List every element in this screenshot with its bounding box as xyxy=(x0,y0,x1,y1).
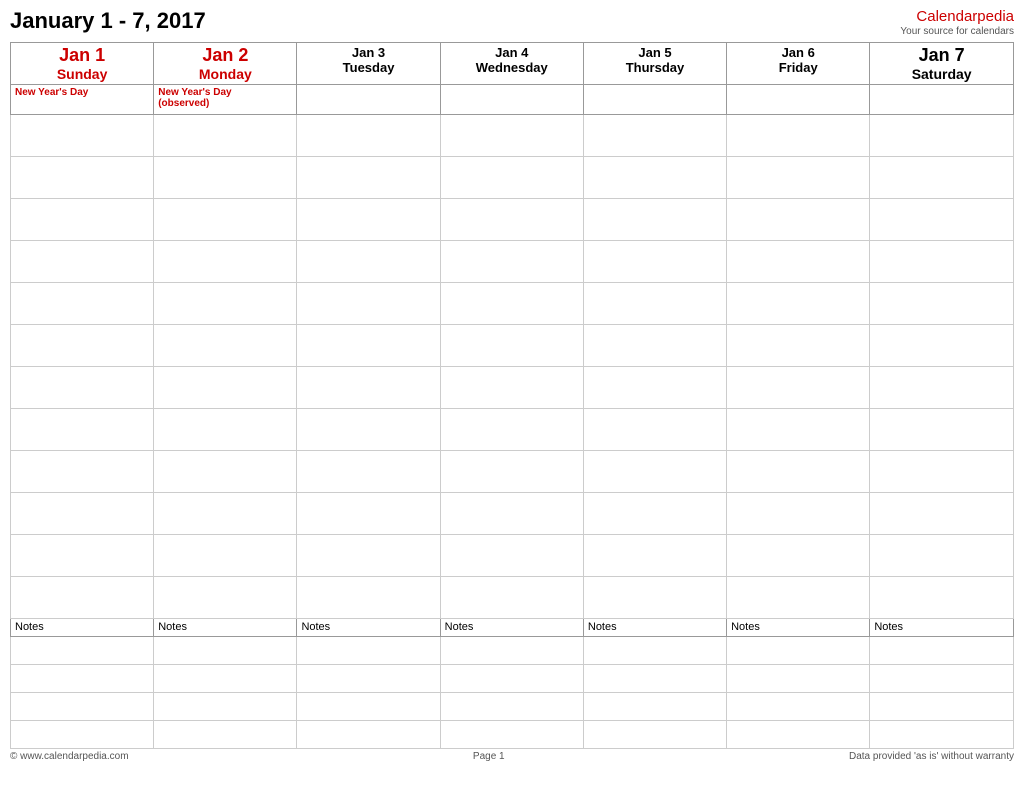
day-header-row: Jan 1 Sunday Jan 2 Monday Jan 3 Tuesday … xyxy=(11,43,1014,85)
day-weekday-4: Wednesday xyxy=(445,60,579,75)
page-footer: © www.calendarpedia.com Page 1 Data prov… xyxy=(10,751,1014,762)
day-col-2: Jan 2 Monday xyxy=(154,43,297,85)
content-row xyxy=(11,577,1014,619)
footer-center: Page 1 xyxy=(129,751,849,762)
day-num-6: Jan 6 xyxy=(731,45,865,60)
content-row xyxy=(11,409,1014,451)
day-weekday-1: Sunday xyxy=(15,66,149,82)
day-weekday-5: Thursday xyxy=(588,60,722,75)
day-num-1: Jan 1 xyxy=(15,45,149,66)
notes-label-4: Notes xyxy=(440,619,583,637)
day-col-5: Jan 5 Thursday xyxy=(583,43,726,85)
content-row xyxy=(11,199,1014,241)
day-num-2: Jan 2 xyxy=(158,45,292,66)
holiday-3 xyxy=(297,85,440,115)
day-col-1: Jan 1 Sunday xyxy=(11,43,154,85)
day-weekday-3: Tuesday xyxy=(301,60,435,75)
day-col-7: Jan 7 Saturday xyxy=(870,43,1014,85)
content-row xyxy=(11,241,1014,283)
notes-label-6: Notes xyxy=(727,619,870,637)
day-weekday-7: Saturday xyxy=(874,66,1009,82)
footer-right: Data provided 'as is' without warranty xyxy=(849,751,1014,762)
page-header: January 1 - 7, 2017 Calendarpedia Your s… xyxy=(10,8,1014,38)
day-num-3: Jan 3 xyxy=(301,45,435,60)
day-col-4: Jan 4 Wednesday xyxy=(440,43,583,85)
brand-block: Calendarpedia Your source for calendars xyxy=(900,8,1014,38)
content-row xyxy=(11,115,1014,157)
holiday-row: New Year's Day New Year's Day(observed) xyxy=(11,85,1014,115)
day-weekday-6: Friday xyxy=(731,60,865,75)
holiday-5 xyxy=(583,85,726,115)
day-col-6: Jan 6 Friday xyxy=(727,43,870,85)
content-row xyxy=(11,367,1014,409)
holiday-4 xyxy=(440,85,583,115)
day-col-3: Jan 3 Tuesday xyxy=(297,43,440,85)
day-num-5: Jan 5 xyxy=(588,45,722,60)
holiday-7 xyxy=(870,85,1014,115)
notes-body-row xyxy=(11,721,1014,749)
notes-label-1: Notes xyxy=(11,619,154,637)
brand-name: Calendarpedia xyxy=(900,8,1014,26)
calendar-page: January 1 - 7, 2017 Calendarpedia Your s… xyxy=(0,0,1024,804)
content-row xyxy=(11,283,1014,325)
footer-left: © www.calendarpedia.com xyxy=(10,751,129,762)
day-weekday-2: Monday xyxy=(158,66,292,82)
notes-body-row xyxy=(11,637,1014,665)
notes-header-row: Notes Notes Notes Notes Notes Notes Note… xyxy=(11,619,1014,637)
calendar-table: Jan 1 Sunday Jan 2 Monday Jan 3 Tuesday … xyxy=(10,42,1014,749)
notes-label-3: Notes xyxy=(297,619,440,637)
holiday-2: New Year's Day(observed) xyxy=(154,85,297,115)
content-row xyxy=(11,325,1014,367)
brand-calendar: Calendar xyxy=(916,8,977,25)
holiday-1: New Year's Day xyxy=(11,85,154,115)
content-row xyxy=(11,451,1014,493)
content-row xyxy=(11,493,1014,535)
notes-label-2: Notes xyxy=(154,619,297,637)
day-num-4: Jan 4 xyxy=(445,45,579,60)
content-row xyxy=(11,157,1014,199)
page-title: January 1 - 7, 2017 xyxy=(10,8,206,34)
brand-pedia: pedia xyxy=(977,8,1014,25)
notes-label-5: Notes xyxy=(583,619,726,637)
notes-body-row xyxy=(11,693,1014,721)
day-num-7: Jan 7 xyxy=(874,45,1009,66)
brand-subtitle: Your source for calendars xyxy=(900,26,1014,38)
notes-body-row xyxy=(11,665,1014,693)
notes-label-7: Notes xyxy=(870,619,1014,637)
holiday-6 xyxy=(727,85,870,115)
content-row xyxy=(11,535,1014,577)
